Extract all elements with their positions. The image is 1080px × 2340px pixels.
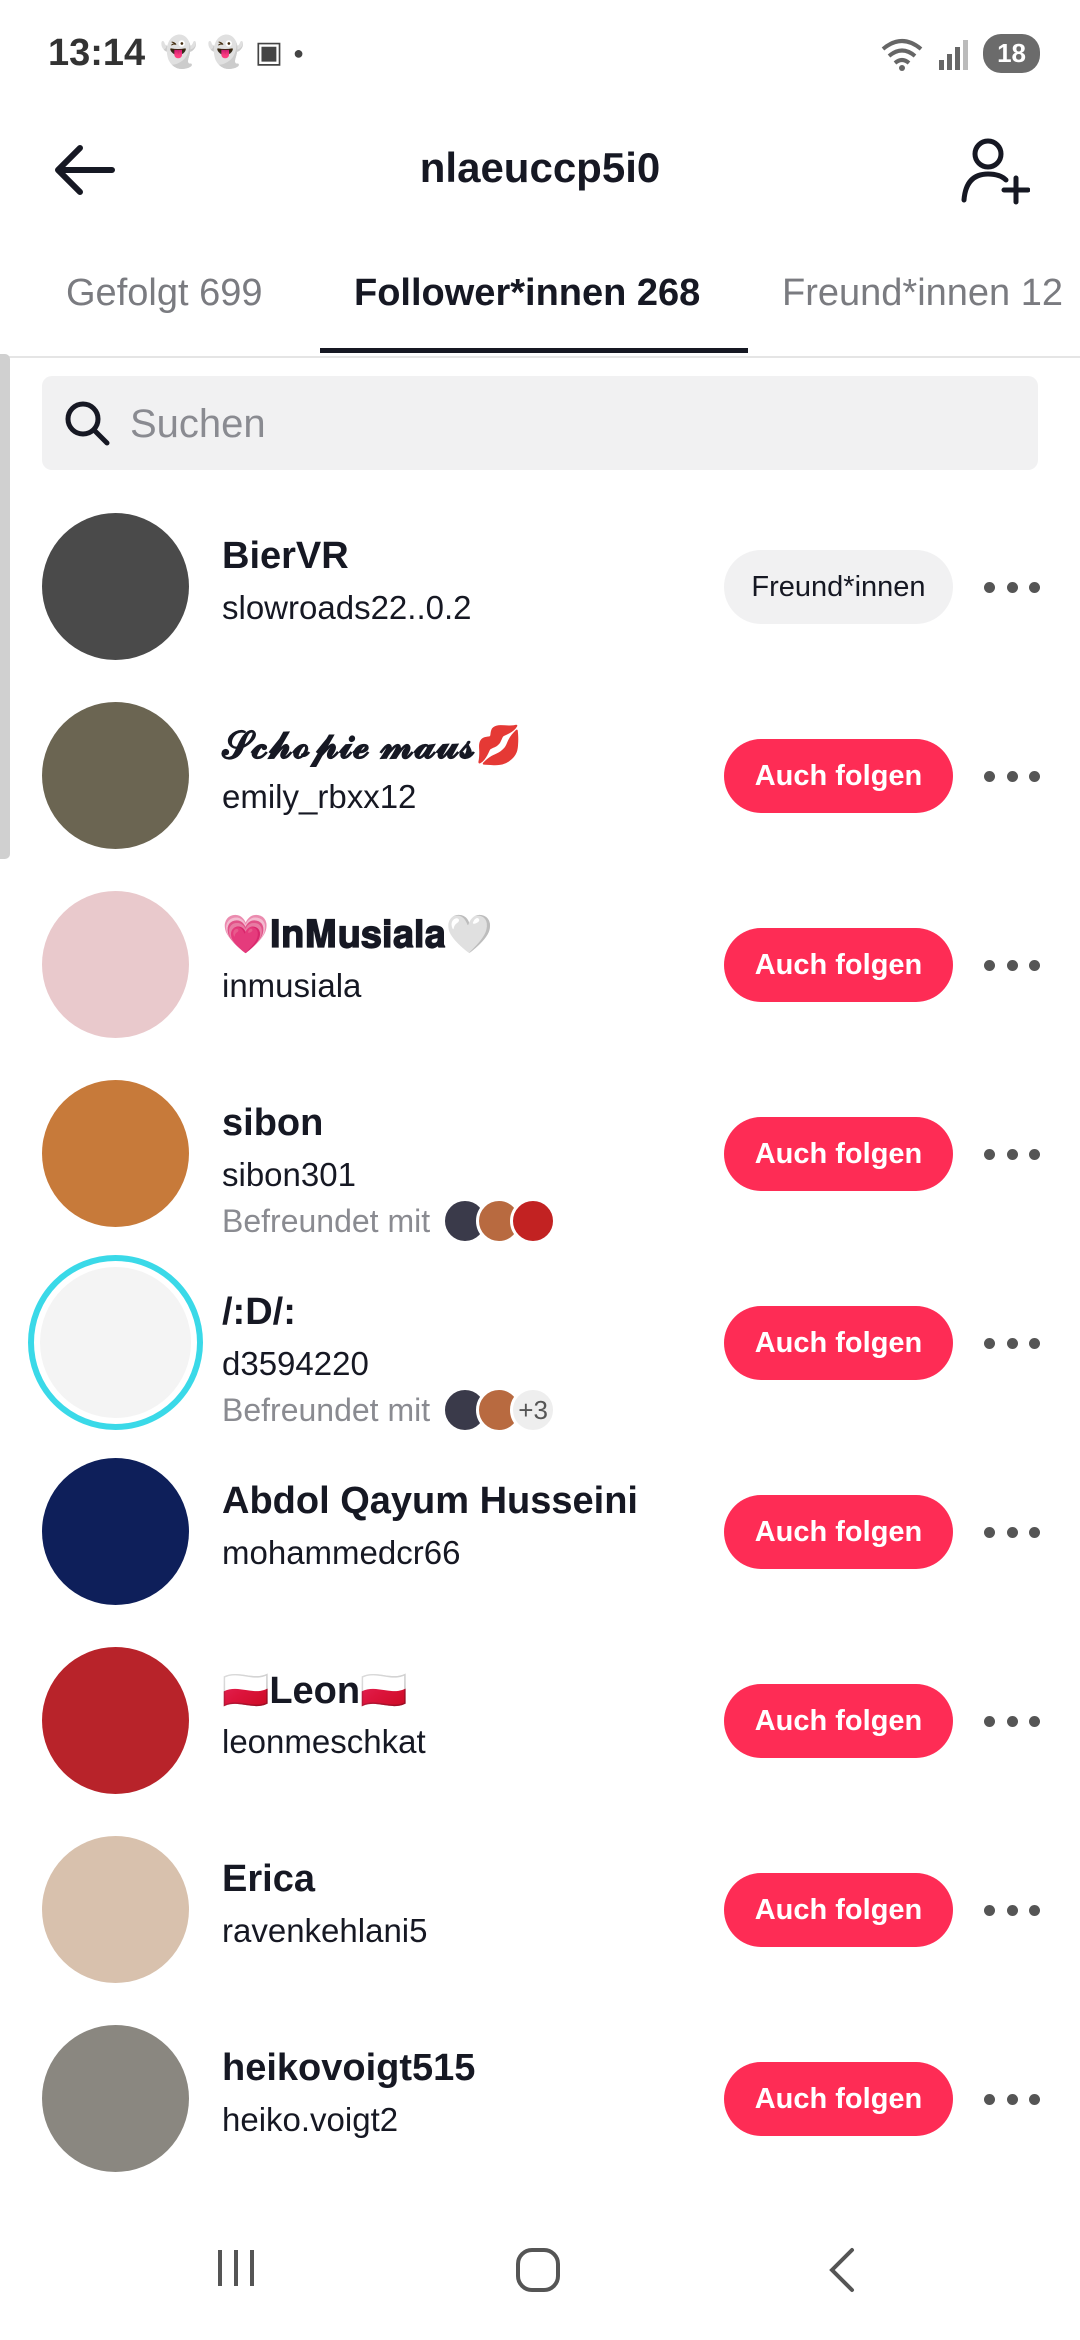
- user-display-name[interactable]: heikovoigt515: [222, 2047, 475, 2090]
- avatar[interactable]: [42, 1647, 189, 1794]
- wifi-icon: [881, 38, 923, 71]
- user-handle[interactable]: mohammedcr66: [222, 1534, 460, 1572]
- user-display-name[interactable]: 🇵🇱Leon🇵🇱: [222, 1669, 407, 1713]
- mutual-avatars: +3: [442, 1387, 557, 1433]
- user-handle[interactable]: ravenkehlani5: [222, 1912, 427, 1950]
- more-options-icon[interactable]: [984, 1140, 1040, 1168]
- avatar[interactable]: [42, 1836, 189, 1983]
- mutual-friends[interactable]: Befreundet mit +3: [222, 1387, 557, 1433]
- follow-back-button[interactable]: Auch folgen: [724, 1495, 953, 1569]
- status-time: 13:14: [48, 32, 146, 74]
- more-options-icon[interactable]: [984, 573, 1040, 601]
- user-display-name[interactable]: Abdol Qayum Husseini: [222, 1480, 638, 1523]
- more-options-icon[interactable]: [984, 1707, 1040, 1735]
- mutual-avatars: [442, 1198, 557, 1244]
- user-display-name[interactable]: sibon: [222, 1102, 323, 1145]
- avatar[interactable]: [42, 702, 189, 849]
- search-icon: [65, 401, 110, 446]
- mutual-label: Befreundet mit: [222, 1391, 431, 1428]
- list-item[interactable]: BierVR slowroads22..0.2 Freund*innen: [0, 513, 1080, 702]
- user-display-name[interactable]: BierVR: [222, 535, 349, 578]
- user-display-name[interactable]: 💗𝐈𝐧𝐌𝐮𝐬𝐢𝐚𝐥𝐚🤍: [222, 913, 493, 957]
- user-display-name[interactable]: 𝓢𝓬𝓱𝓸𝓹𝓲𝓮 𝓶𝓪𝓾𝓼💋: [222, 724, 523, 768]
- status-bar: 13:14 👻 👻 ▣ ● 18: [0, 0, 1080, 110]
- follow-back-button[interactable]: Auch folgen: [724, 1684, 953, 1758]
- more-options-icon[interactable]: [984, 1896, 1040, 1924]
- more-options-icon[interactable]: [984, 2085, 1040, 2113]
- more-options-icon[interactable]: [984, 951, 1040, 979]
- list-item[interactable]: Erica ravenkehlani5 Auch folgen: [0, 1836, 1080, 2025]
- follow-back-button[interactable]: Auch folgen: [724, 1117, 953, 1191]
- status-right: 18: [881, 34, 1040, 73]
- follow-back-button[interactable]: Auch folgen: [724, 1306, 953, 1380]
- user-display-name[interactable]: Erica: [222, 1858, 315, 1901]
- snapchat-icon: 👻: [160, 36, 198, 69]
- user-display-name[interactable]: /:D/:: [222, 1291, 296, 1334]
- tab-followers[interactable]: Follower*innen 268: [354, 272, 700, 315]
- follow-back-button[interactable]: Auch folgen: [724, 1873, 953, 1947]
- recent-apps-icon[interactable]: [214, 2246, 258, 2290]
- user-handle[interactable]: d3594220: [222, 1345, 369, 1383]
- list-item[interactable]: heikovoigt515 heiko.voigt2 Auch folgen: [0, 2025, 1080, 2214]
- mutual-label: Befreundet mit: [222, 1202, 431, 1239]
- avatar[interactable]: [42, 1458, 189, 1605]
- list-item[interactable]: 𝓢𝓬𝓱𝓸𝓹𝓲𝓮 𝓶𝓪𝓾𝓼💋 emily_rbxx12 Auch folgen: [0, 702, 1080, 891]
- list-item[interactable]: 🇵🇱Leon🇵🇱 leonmeschkat Auch folgen: [0, 1647, 1080, 1836]
- list-item[interactable]: Abdol Qayum Husseini mohammedcr66 Auch f…: [0, 1458, 1080, 1647]
- user-handle[interactable]: heiko.voigt2: [222, 2101, 398, 2139]
- more-options-icon[interactable]: [984, 762, 1040, 790]
- follow-back-button[interactable]: Auch folgen: [724, 2062, 953, 2136]
- avatar[interactable]: [42, 891, 189, 1038]
- add-user-icon[interactable]: [958, 134, 1030, 206]
- dot-icon: ●: [293, 43, 304, 63]
- twitch-icon: ▣: [254, 36, 284, 69]
- follow-back-button[interactable]: Auch folgen: [724, 928, 953, 1002]
- back-nav-icon[interactable]: [822, 2246, 862, 2294]
- list-item[interactable]: 💗𝐈𝐧𝐌𝐮𝐬𝐢𝐚𝐥𝐚🤍 inmusiala Auch folgen: [0, 891, 1080, 1080]
- system-nav-bar: [0, 2200, 1080, 2340]
- more-options-icon[interactable]: [984, 1518, 1040, 1546]
- user-handle[interactable]: leonmeschkat: [222, 1723, 426, 1761]
- page-title: nlaeuccp5i0: [419, 144, 661, 191]
- home-icon[interactable]: [514, 2246, 562, 2294]
- more-options-icon[interactable]: [984, 1329, 1040, 1357]
- follow-back-button[interactable]: Auch folgen: [724, 739, 953, 813]
- tab-bar: Gefolgt 699 Follower*innen 268 Freund*in…: [0, 250, 1080, 358]
- search-input[interactable]: [128, 394, 1012, 454]
- avatar[interactable]: [42, 513, 189, 660]
- tab-friends[interactable]: Freund*innen 12: [782, 272, 1063, 315]
- signal-icon: [939, 39, 969, 70]
- battery-indicator: 18: [983, 34, 1040, 73]
- user-handle[interactable]: inmusiala: [222, 967, 361, 1005]
- tab-following[interactable]: Gefolgt 699: [66, 272, 262, 315]
- mutual-avatar: [510, 1198, 557, 1244]
- list-item[interactable]: sibon sibon301 Befreundet mit Auch folge…: [0, 1080, 1080, 1269]
- list-item[interactable]: /:D/: d3594220 Befreundet mit +3 Auch fo…: [0, 1255, 1080, 1458]
- mutual-friends[interactable]: Befreundet mit: [222, 1198, 557, 1244]
- avatar[interactable]: [28, 1255, 203, 1430]
- avatar[interactable]: [42, 1080, 189, 1227]
- user-handle[interactable]: emily_rbxx12: [222, 778, 416, 816]
- avatar[interactable]: [42, 2025, 189, 2172]
- search-bar[interactable]: [42, 376, 1038, 470]
- user-handle[interactable]: sibon301: [222, 1156, 356, 1194]
- mutual-more-count: +3: [510, 1387, 557, 1433]
- friends-button[interactable]: Freund*innen: [724, 550, 953, 624]
- active-tab-indicator: [320, 348, 748, 353]
- notification-icons: 👻 👻 ▣ ●: [160, 38, 304, 68]
- header: nlaeuccp5i0: [0, 110, 1080, 230]
- snapchat-icon: 👻: [207, 36, 245, 69]
- user-handle[interactable]: slowroads22..0.2: [222, 589, 471, 627]
